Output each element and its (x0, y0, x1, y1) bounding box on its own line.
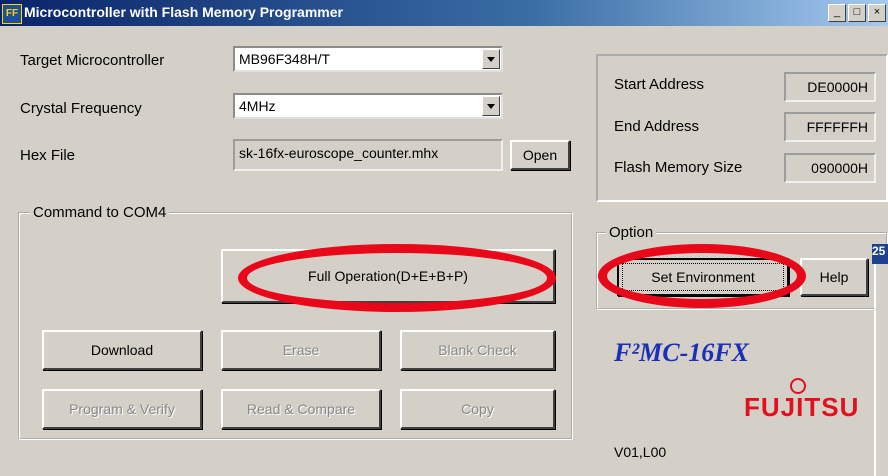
target-mc-value: MB96F348H/T (239, 51, 331, 67)
window-title: Microcontroller with Flash Memory Progra… (24, 4, 343, 20)
maximize-button[interactable]: □ (848, 4, 866, 22)
minimize-button[interactable]: _ (828, 4, 846, 22)
end-address-value: FFFFFFH (784, 112, 876, 142)
close-button[interactable]: × (868, 4, 886, 22)
hexfile-field: sk-16fx-euroscope_counter.mhx (233, 139, 503, 171)
blank-check-button[interactable]: Blank Check (400, 330, 555, 370)
version-label: V01,L00 (614, 444, 667, 460)
app-icon: FF (2, 4, 22, 24)
program-verify-button[interactable]: Program & Verify (42, 389, 202, 429)
command-legend: Command to COM4 (30, 204, 170, 221)
download-button[interactable]: Download (42, 330, 202, 370)
target-mc-select[interactable]: MB96F348H/T (233, 46, 503, 72)
end-address-label: End Address (614, 118, 700, 135)
read-compare-button[interactable]: Read & Compare (221, 389, 381, 429)
background-window-edge (874, 244, 888, 476)
highlight-oval-full-operation (238, 244, 556, 312)
hexfile-value: sk-16fx-euroscope_counter.mhx (239, 145, 439, 161)
copy-button[interactable]: Copy (400, 389, 555, 429)
flash-size-value: 090000H (784, 153, 876, 183)
open-button[interactable]: Open (510, 140, 570, 170)
title-bar: FF Microcontroller with Flash Memory Pro… (0, 0, 888, 26)
option-legend: Option (606, 224, 657, 241)
start-address-label: Start Address (614, 76, 705, 93)
chevron-down-icon[interactable] (482, 49, 500, 69)
f2mc-logo: F²MC-16FX (614, 338, 749, 367)
help-button[interactable]: Help (800, 258, 868, 296)
hexfile-label: Hex File (20, 147, 76, 164)
crystal-value: 4MHz (239, 98, 276, 114)
window-controls: _ □ × (828, 4, 886, 22)
fujitsu-logo: FUJITSU (744, 392, 860, 422)
chevron-down-icon[interactable] (482, 96, 500, 116)
erase-button[interactable]: Erase (221, 330, 381, 370)
crystal-select[interactable]: 4MHz (233, 93, 503, 119)
crystal-label: Crystal Frequency (20, 100, 142, 117)
highlight-oval-set-environment (598, 244, 806, 308)
target-mc-label: Target Microcontroller (20, 52, 165, 69)
flash-size-label: Flash Memory Size (614, 159, 743, 176)
background-window-badge: 25 (872, 244, 888, 264)
start-address-value: DE0000H (784, 72, 876, 102)
